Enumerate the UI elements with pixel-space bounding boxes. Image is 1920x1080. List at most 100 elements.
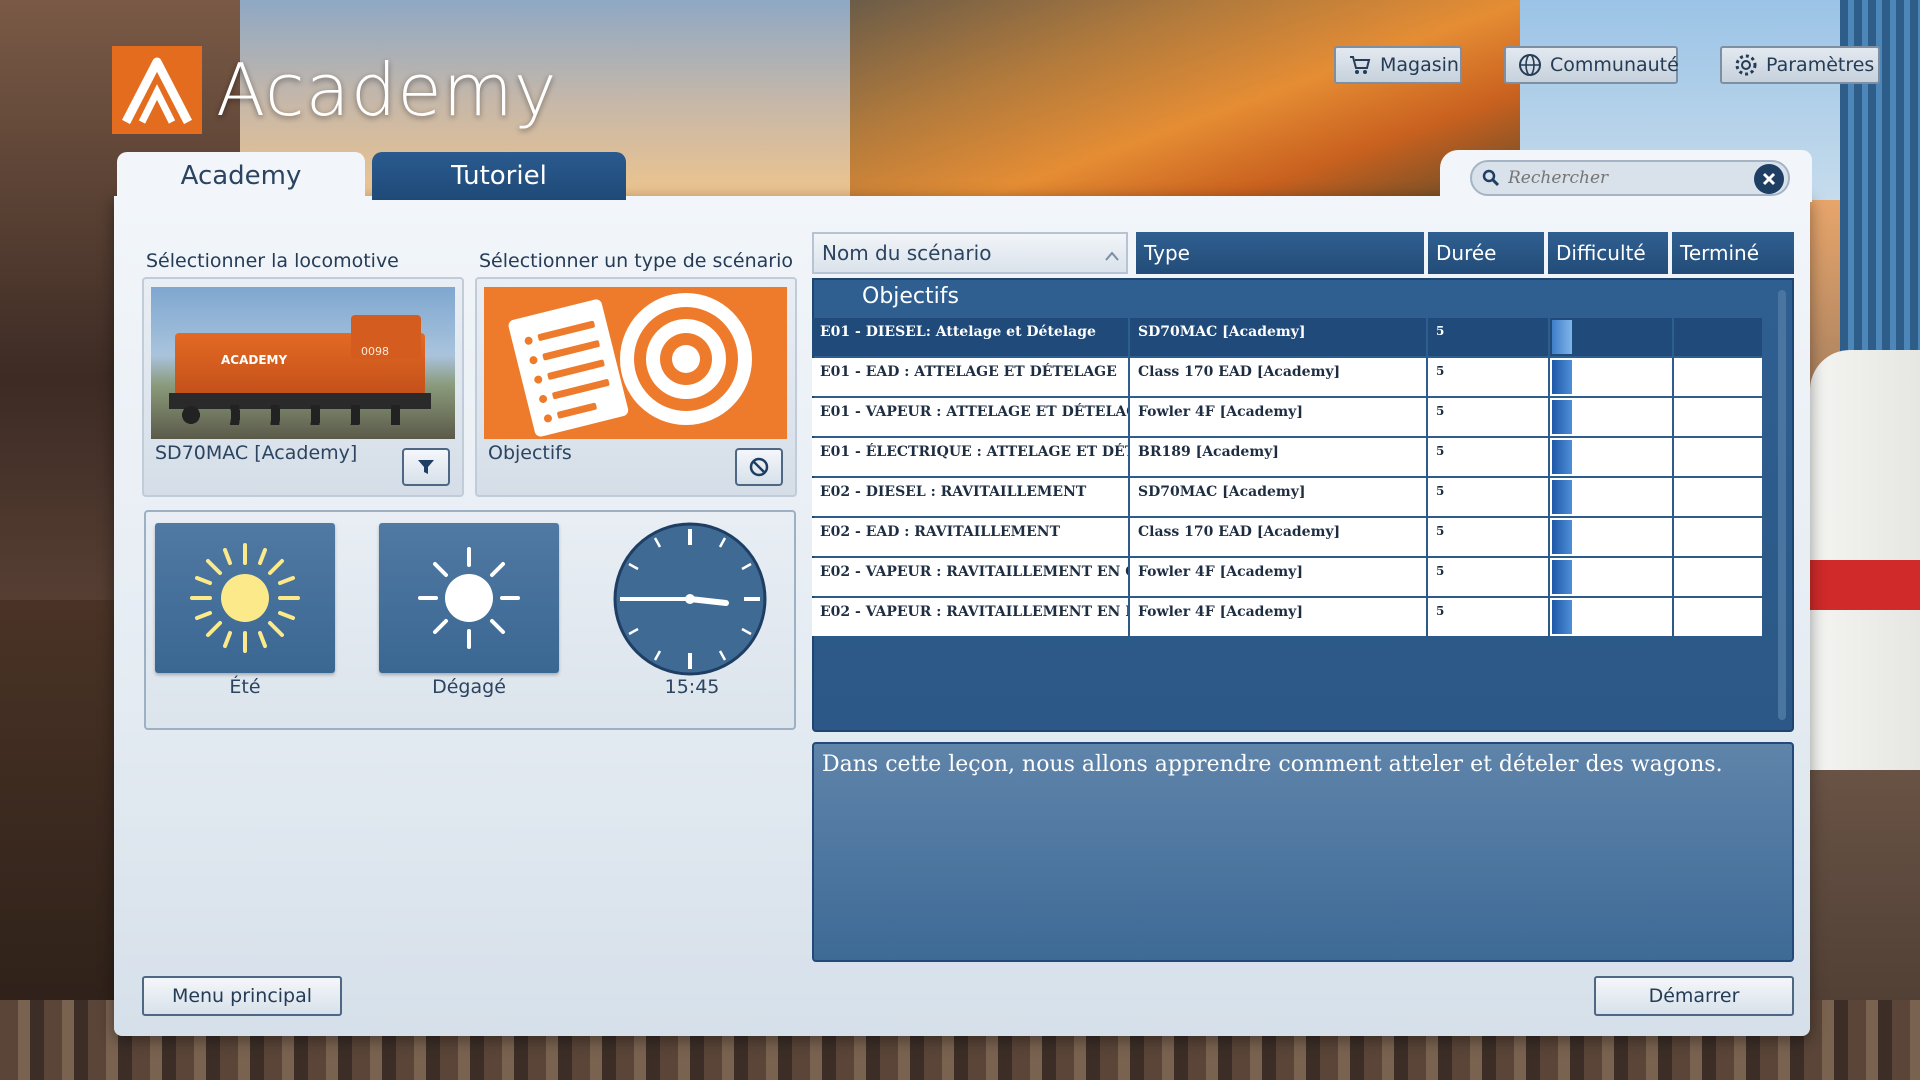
- row-name-cell: E02 - DIESEL : RAVITAILLEMENT: [812, 478, 1128, 516]
- row-difficulty-cell: [1550, 558, 1672, 596]
- clock-icon: [613, 522, 767, 676]
- clear-search-button[interactable]: [1754, 164, 1784, 194]
- search-bar: [1470, 160, 1790, 196]
- filter-icon: [418, 460, 434, 474]
- locomotive-section-label: Sélectionner la locomotive: [146, 250, 399, 272]
- row-type-cell: BR189 [Academy]: [1130, 438, 1426, 476]
- scenario-description: Dans cette leçon, nous allons apprendre …: [812, 742, 1794, 962]
- column-header-completed[interactable]: Terminé: [1672, 232, 1794, 274]
- scenario-list-scrollbar[interactable]: [1778, 290, 1786, 720]
- tab-academy[interactable]: Academy: [117, 152, 365, 200]
- search-input[interactable]: [1506, 167, 1750, 189]
- table-row[interactable]: E02 - DIESEL : RAVITAILLEMENT SD70MAC [Ac…: [812, 478, 1762, 516]
- row-difficulty-cell: [1550, 598, 1672, 636]
- clear-weather-icon: [418, 547, 520, 649]
- filter-button[interactable]: [402, 448, 450, 486]
- sort-ascending-icon: [1104, 244, 1120, 268]
- row-type-cell: SD70MAC [Academy]: [1130, 478, 1426, 516]
- academy-logo-icon: [112, 46, 202, 134]
- table-row[interactable]: E02 - EAD : RAVITAILLEMENT Class 170 EAD …: [812, 518, 1762, 556]
- row-completed-cell: [1674, 438, 1762, 476]
- row-duration-cell: 5: [1428, 518, 1548, 556]
- gear-icon: [1734, 53, 1758, 77]
- start-button[interactable]: Démarrer: [1594, 976, 1794, 1016]
- background-train: [1810, 350, 1920, 770]
- locomotive-number-text: 0098: [361, 345, 389, 358]
- background-forest: [850, 0, 1530, 200]
- row-type-cell: Fowler 4F [Academy]: [1130, 598, 1426, 636]
- settings-button[interactable]: Paramètres: [1720, 46, 1880, 84]
- difficulty-bar: [1552, 600, 1572, 634]
- column-header-name[interactable]: Nom du scénario: [812, 232, 1128, 274]
- settings-label: Paramètres: [1766, 54, 1875, 76]
- row-name-cell: E01 - ÉLECTRIQUE : ATTELAGE ET DÉTELAGE: [812, 438, 1128, 476]
- sun-icon: [190, 543, 300, 653]
- season-tile[interactable]: [155, 523, 335, 673]
- row-duration-cell: 5: [1428, 558, 1548, 596]
- row-duration-cell: 5: [1428, 478, 1548, 516]
- difficulty-bar: [1552, 480, 1572, 514]
- difficulty-bar: [1552, 560, 1572, 594]
- scenario-type-section-label: Sélectionner un type de scénario: [479, 250, 793, 272]
- store-label: Magasin: [1380, 54, 1459, 76]
- difficulty-bar: [1552, 520, 1572, 554]
- row-completed-cell: [1674, 318, 1762, 356]
- table-row[interactable]: E01 - EAD : ATTELAGE ET DÉTELAGE Class 17…: [812, 358, 1762, 396]
- store-button[interactable]: Magasin: [1334, 46, 1462, 84]
- column-header-name-label: Nom du scénario: [822, 241, 992, 265]
- difficulty-bar: [1552, 360, 1572, 394]
- scenario-group-title: Objectifs: [862, 284, 959, 309]
- search-icon: [1482, 169, 1500, 187]
- app-logo: Academy: [112, 46, 557, 134]
- weather-tile[interactable]: [379, 523, 559, 673]
- row-completed-cell: [1674, 598, 1762, 636]
- row-completed-cell: [1674, 518, 1762, 556]
- objectives-icon: [508, 293, 752, 437]
- locomotive-wheels: [181, 405, 421, 425]
- column-header-type[interactable]: Type: [1136, 232, 1424, 274]
- close-icon: [1762, 172, 1776, 186]
- column-header-duration[interactable]: Durée: [1428, 232, 1544, 274]
- table-row[interactable]: E01 - ÉLECTRIQUE : ATTELAGE ET DÉTELAGEB…: [812, 438, 1762, 476]
- row-name-cell: E02 - EAD : RAVITAILLEMENT: [812, 518, 1128, 556]
- clear-scenario-type-button[interactable]: [735, 448, 783, 486]
- row-difficulty-cell: [1550, 518, 1672, 556]
- difficulty-bar: [1552, 440, 1572, 474]
- row-difficulty-cell: [1550, 398, 1672, 436]
- row-name-cell: E01 - VAPEUR : ATTELAGE ET DÉTELAGE: [812, 398, 1128, 436]
- column-header-difficulty[interactable]: Difficulté: [1548, 232, 1668, 274]
- tab-tutoriel[interactable]: Tutoriel: [372, 152, 626, 200]
- cancel-icon: [749, 457, 769, 477]
- row-name-cell: E01 - DIESEL: Attelage et Dételage: [812, 318, 1128, 356]
- background-wall: [0, 600, 115, 1020]
- cart-icon: [1348, 53, 1372, 77]
- row-name-cell: E02 - VAPEUR : RAVITAILLEMENT EN CHARBON: [812, 558, 1128, 596]
- row-type-cell: SD70MAC [Academy]: [1130, 318, 1426, 356]
- row-difficulty-cell: [1550, 358, 1672, 396]
- locomotive-image: ACADEMY 0098: [151, 287, 455, 439]
- scenario-type-name: Objectifs: [488, 442, 572, 464]
- main-menu-button[interactable]: Menu principal: [142, 976, 342, 1016]
- season-label: Été: [229, 676, 261, 698]
- community-button[interactable]: Communauté: [1504, 46, 1679, 84]
- row-duration-cell: 5: [1428, 398, 1548, 436]
- time-label: 15:45: [664, 676, 720, 698]
- locomotive-brand-text: ACADEMY: [221, 353, 288, 367]
- globe-icon: [1518, 53, 1542, 77]
- time-selector[interactable]: [610, 521, 770, 677]
- row-type-cell: Class 170 EAD [Academy]: [1130, 358, 1426, 396]
- locomotive-name: SD70MAC [Academy]: [155, 442, 358, 464]
- difficulty-bar: [1552, 320, 1572, 354]
- weather-label: Dégagé: [432, 676, 506, 698]
- table-row[interactable]: E02 - VAPEUR : RAVITAILLEMENT EN CHARBON…: [812, 558, 1762, 596]
- row-type-cell: Fowler 4F [Academy]: [1130, 398, 1426, 436]
- row-duration-cell: 5: [1428, 598, 1548, 636]
- row-difficulty-cell: [1550, 478, 1672, 516]
- row-type-cell: Fowler 4F [Academy]: [1130, 558, 1426, 596]
- table-row[interactable]: E02 - VAPEUR : RAVITAILLEMENT EN EAU Fowl…: [812, 598, 1762, 636]
- background-train-stripe: [1810, 560, 1920, 610]
- community-label: Communauté: [1550, 54, 1679, 76]
- row-name-cell: E01 - EAD : ATTELAGE ET DÉTELAGE: [812, 358, 1128, 396]
- table-row[interactable]: E01 - DIESEL: Attelage et Dételage SD70MA…: [812, 318, 1762, 356]
- table-row[interactable]: E01 - VAPEUR : ATTELAGE ET DÉTELAGE Fowle…: [812, 398, 1762, 436]
